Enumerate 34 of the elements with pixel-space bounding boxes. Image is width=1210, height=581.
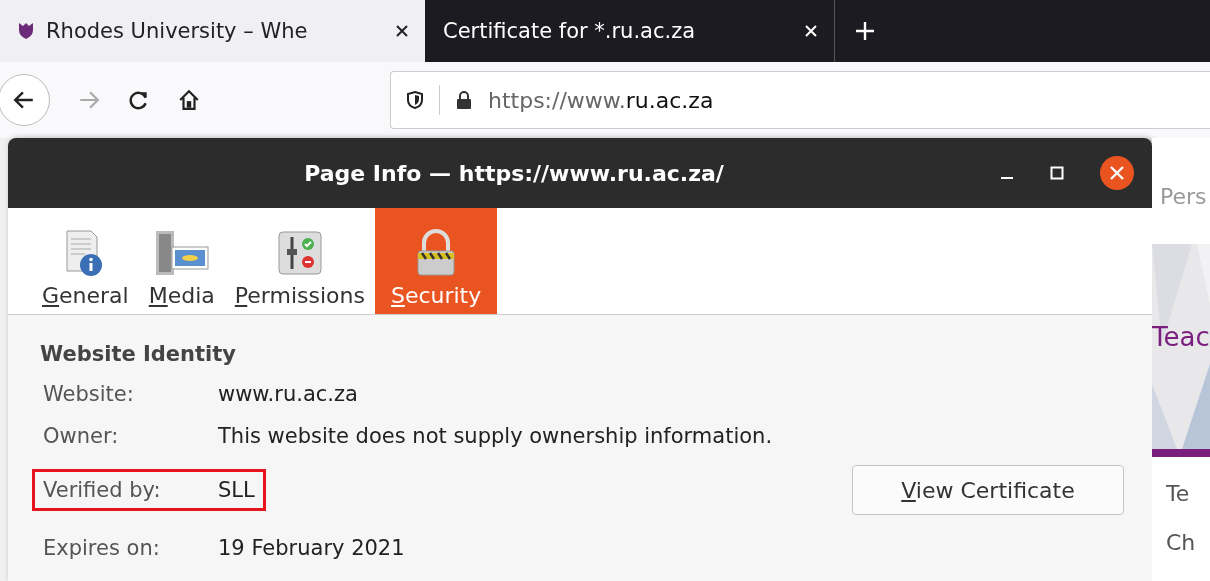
new-tab-icon[interactable] [855,21,875,41]
banner-stripe [1152,449,1210,457]
field-value: This website does not supply ownership information. [218,424,773,448]
shield-icon[interactable] [407,91,423,109]
field-value: www.ru.ac.za [218,382,358,406]
back-arrow-icon [13,89,35,111]
dialog-tab[interactable]: Media [138,208,225,314]
window-title: Page Info — https://www.ru.ac.za/ [303,160,725,186]
view-certificate-button[interactable]: View Certificate [852,465,1124,515]
section-heading: Website Identity [39,341,236,368]
field-label: Expires on: [43,536,161,560]
field-label: Owner: [43,424,120,448]
field-label: Website: [43,382,135,406]
back-button[interactable] [0,74,50,126]
address-bar[interactable]: https://www.ru.ac.za [390,71,1210,129]
page-text: Ch [1166,530,1197,555]
page-text: Te [1166,481,1191,506]
crest-icon [18,22,34,40]
dialog-tab[interactable]: Permissions [224,208,375,314]
lock-icon[interactable] [456,91,472,109]
maximize-icon[interactable] [1050,166,1064,180]
url-text: https://www.ru.ac.za [488,87,714,113]
field-label: Verified by: [43,478,162,502]
close-icon[interactable] [1100,156,1134,190]
browser-tab[interactable]: Rhodes University – Whe [0,0,425,62]
reload-icon[interactable] [128,89,150,111]
home-icon[interactable] [178,89,200,111]
dialog-tab[interactable]: Security [374,208,498,314]
field-value: SLL [218,478,255,502]
permissions-icon [275,229,324,277]
banner-heading: Teac [1152,322,1210,352]
dialog-tab[interactable]: General [32,208,139,314]
field-value: 19 February 2021 [218,536,405,560]
close-icon[interactable] [395,24,409,38]
